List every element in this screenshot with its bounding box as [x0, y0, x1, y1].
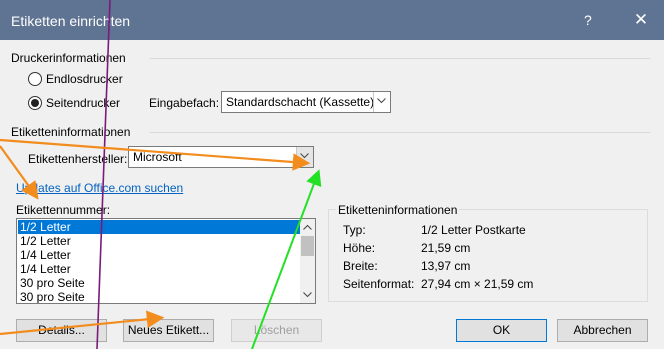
ok-button[interactable]: OK	[456, 319, 547, 342]
label-info-group-divider	[150, 132, 650, 133]
label-info-group-label: Etiketteninformationen	[11, 125, 131, 139]
details-group-label: Etiketteninformationen	[336, 203, 460, 217]
chevron-down-icon[interactable]	[373, 92, 390, 112]
list-item[interactable]: 1/4 Letter	[18, 248, 302, 262]
tray-select[interactable]: Standardschacht (Kassette)	[221, 91, 391, 113]
updates-link[interactable]: Updates auf Office.com suchen	[16, 181, 183, 195]
list-item[interactable]: 1/4 Letter	[18, 262, 302, 276]
detail-key-page-size: Seitenformat:	[343, 277, 415, 291]
chevron-down-icon[interactable]	[296, 147, 313, 167]
chevron-down-icon[interactable]	[303, 292, 312, 298]
printer-group-divider	[150, 58, 650, 59]
scrollbar-thumb[interactable]	[301, 236, 314, 256]
vendor-label: Etikettenhersteller:	[28, 152, 128, 166]
help-button[interactable]: ?	[584, 12, 592, 28]
printer-group-label: Druckerinformationen	[11, 51, 126, 65]
continuous-printer-label[interactable]: Endlosdrucker	[46, 72, 123, 86]
vendor-select[interactable]: Microsoft	[128, 146, 314, 168]
label-number-label: Etikettennummer:	[16, 203, 111, 217]
detail-key-height: Höhe:	[343, 241, 376, 255]
list-item[interactable]: 30 pro Seite	[18, 290, 302, 303]
continuous-printer-radio[interactable]	[28, 72, 42, 86]
close-button[interactable]: ✕	[626, 7, 656, 33]
list-item[interactable]: 1/2 Letter	[18, 220, 302, 234]
page-printer-label[interactable]: Seitendrucker	[46, 96, 120, 110]
label-number-list[interactable]: 1/2 Letter 1/2 Letter 1/4 Letter 1/4 Let…	[16, 218, 316, 304]
detail-key-width: Breite:	[343, 259, 378, 273]
new-label-button[interactable]: Neues Etikett...	[123, 319, 214, 342]
chevron-up-icon[interactable]	[303, 224, 312, 230]
tray-select-value: Standardschacht (Kassette)	[226, 95, 375, 109]
vendor-select-value: Microsoft	[133, 150, 182, 164]
tray-label: Eingabefach:	[149, 96, 220, 110]
delete-button[interactable]: Löschen	[231, 319, 322, 342]
list-scrollbar[interactable]	[300, 219, 315, 303]
cancel-button[interactable]: Abbrechen	[557, 319, 648, 342]
details-button[interactable]: Details...	[16, 319, 107, 342]
detail-value-page-size: 27,94 cm × 21,59 cm	[421, 277, 534, 291]
title-bar: Etiketten einrichten ? ✕	[0, 0, 664, 40]
page-printer-radio[interactable]	[28, 96, 42, 110]
detail-value-width: 13,97 cm	[421, 259, 471, 273]
window-title: Etiketten einrichten	[11, 13, 131, 29]
detail-value-height: 21,59 cm	[421, 241, 471, 255]
list-item[interactable]: 30 pro Seite	[18, 276, 302, 290]
detail-key-type: Typ:	[343, 223, 366, 237]
detail-value-type: 1/2 Letter Postkarte	[421, 223, 526, 237]
list-item[interactable]: 1/2 Letter	[18, 234, 302, 248]
